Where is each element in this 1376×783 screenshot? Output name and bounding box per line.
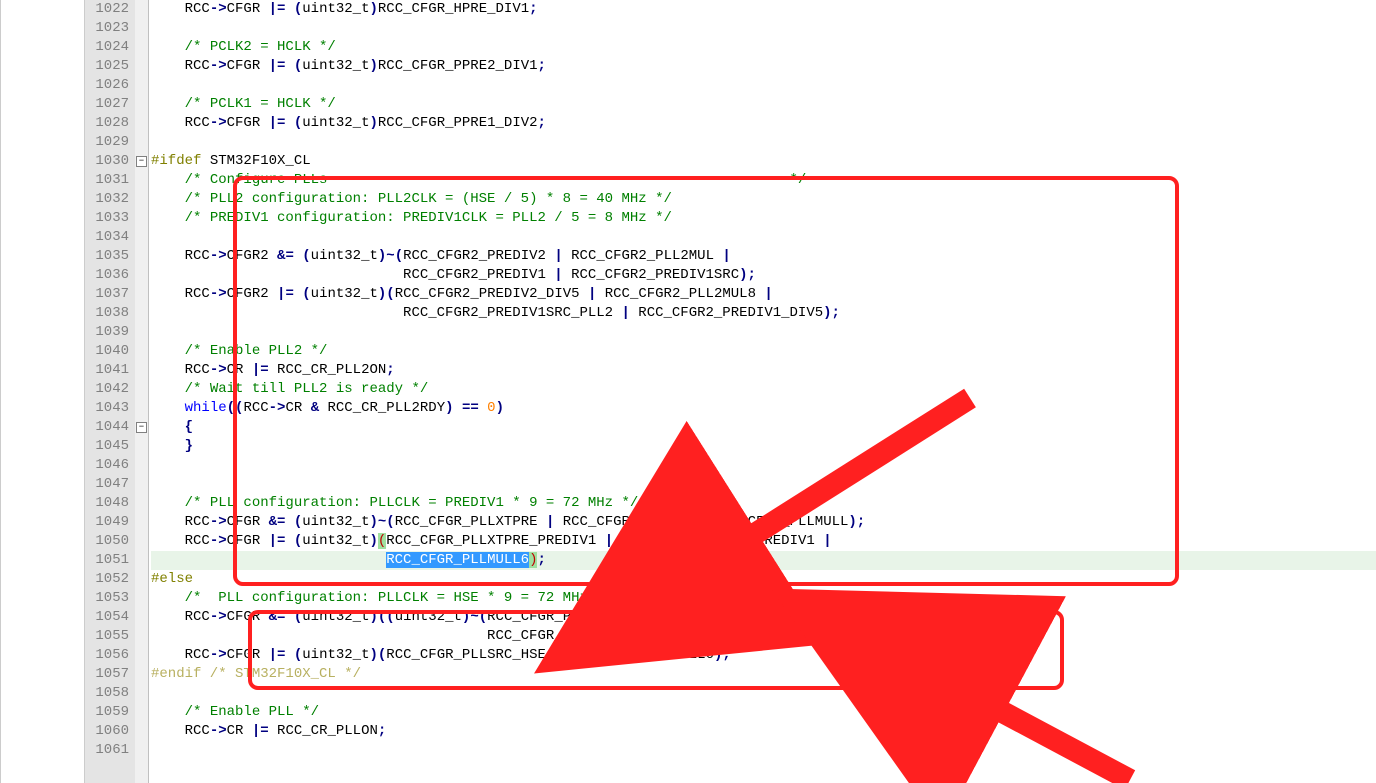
- code-line[interactable]: RCC->CFGR |= (uint32_t)(RCC_CFGR_PLLSRC_…: [151, 646, 1376, 665]
- code-line[interactable]: [151, 76, 1376, 95]
- line-number: 1051: [85, 551, 129, 570]
- line-number: 1022: [85, 0, 129, 19]
- code-line[interactable]: /* PCLK1 = HCLK */: [151, 95, 1376, 114]
- line-number: 1025: [85, 57, 129, 76]
- fold-gutter[interactable]: −−: [135, 0, 149, 783]
- code-line[interactable]: while((RCC->CR & RCC_CR_PLL2RDY) == 0): [151, 399, 1376, 418]
- line-number: 1036: [85, 266, 129, 285]
- code-line[interactable]: RCC_CFGR2_PREDIV1 | RCC_CFGR2_PREDIV1SRC…: [151, 266, 1376, 285]
- code-line[interactable]: RCC_CFGR_PLLMULL6);: [151, 551, 1376, 570]
- line-number: 1037: [85, 285, 129, 304]
- code-line[interactable]: /* Wait till PLL2 is ready */: [151, 380, 1376, 399]
- code-content[interactable]: RCC->CFGR |= (uint32_t)RCC_CFGR_HPRE_DIV…: [149, 0, 1376, 783]
- line-number: 1060: [85, 722, 129, 741]
- code-line[interactable]: /* PLL configuration: PLLCLK = HSE * 9 =…: [151, 589, 1376, 608]
- fold-toggle[interactable]: −: [136, 422, 147, 433]
- code-line[interactable]: [151, 19, 1376, 38]
- line-number: 1061: [85, 741, 129, 760]
- code-editor: 1022102310241025102610271028102910301031…: [0, 0, 1376, 783]
- code-line[interactable]: {: [151, 418, 1376, 437]
- line-number: 1041: [85, 361, 129, 380]
- code-line[interactable]: }: [151, 437, 1376, 456]
- line-number: 1054: [85, 608, 129, 627]
- code-line[interactable]: [151, 456, 1376, 475]
- line-number: 1035: [85, 247, 129, 266]
- line-number: 1026: [85, 76, 129, 95]
- line-number: 1032: [85, 190, 129, 209]
- line-number: 1038: [85, 304, 129, 323]
- code-line[interactable]: /* PLL2 configuration: PLL2CLK = (HSE / …: [151, 190, 1376, 209]
- code-line[interactable]: RCC->CR |= RCC_CR_PLL2ON;: [151, 361, 1376, 380]
- line-number: 1058: [85, 684, 129, 703]
- line-number: 1027: [85, 95, 129, 114]
- code-line[interactable]: RCC->CFGR |= (uint32_t)RCC_CFGR_PPRE2_DI…: [151, 57, 1376, 76]
- line-number: 1030: [85, 152, 129, 171]
- fold-toggle[interactable]: −: [136, 156, 147, 167]
- line-number: 1043: [85, 399, 129, 418]
- code-line[interactable]: RCC->CFGR2 &= (uint32_t)~(RCC_CFGR2_PRED…: [151, 247, 1376, 266]
- line-number: 1059: [85, 703, 129, 722]
- code-line[interactable]: RCC->CFGR |= (uint32_t)RCC_CFGR_HPRE_DIV…: [151, 0, 1376, 19]
- code-line[interactable]: /* PLL configuration: PLLCLK = PREDIV1 *…: [151, 494, 1376, 513]
- code-line[interactable]: RCC_CFGR_PLLMULL));: [151, 627, 1376, 646]
- line-number: 1045: [85, 437, 129, 456]
- code-line[interactable]: [151, 133, 1376, 152]
- line-number: 1046: [85, 456, 129, 475]
- code-line[interactable]: RCC->CR |= RCC_CR_PLLON;: [151, 722, 1376, 741]
- line-number: 1031: [85, 171, 129, 190]
- code-line[interactable]: /* PREDIV1 configuration: PREDIV1CLK = P…: [151, 209, 1376, 228]
- code-line[interactable]: RCC->CFGR2 |= (uint32_t)(RCC_CFGR2_PREDI…: [151, 285, 1376, 304]
- code-line[interactable]: [151, 684, 1376, 703]
- line-number: 1039: [85, 323, 129, 342]
- code-line[interactable]: /* Enable PLL2 */: [151, 342, 1376, 361]
- line-number: 1023: [85, 19, 129, 38]
- line-number: 1049: [85, 513, 129, 532]
- line-number: 1057: [85, 665, 129, 684]
- code-line[interactable]: RCC->CFGR |= (uint32_t)(RCC_CFGR_PLLXTPR…: [151, 532, 1376, 551]
- code-line[interactable]: RCC->CFGR &= (uint32_t)((uint32_t)~(RCC_…: [151, 608, 1376, 627]
- code-line[interactable]: /* Enable PLL */: [151, 703, 1376, 722]
- line-number: 1052: [85, 570, 129, 589]
- line-number: 1033: [85, 209, 129, 228]
- line-number: 1040: [85, 342, 129, 361]
- line-number: 1048: [85, 494, 129, 513]
- code-line[interactable]: /* Configure PLLs ----------------------…: [151, 171, 1376, 190]
- code-line[interactable]: [151, 741, 1376, 760]
- line-number: 1034: [85, 228, 129, 247]
- code-line[interactable]: /* PCLK2 = HCLK */: [151, 38, 1376, 57]
- line-number: 1047: [85, 475, 129, 494]
- line-number: 1024: [85, 38, 129, 57]
- line-number: 1044: [85, 418, 129, 437]
- code-line[interactable]: [151, 323, 1376, 342]
- line-number: 1056: [85, 646, 129, 665]
- code-line[interactable]: RCC->CFGR &= (uint32_t)~(RCC_CFGR_PLLXTP…: [151, 513, 1376, 532]
- line-number: 1050: [85, 532, 129, 551]
- line-number-gutter: 1022102310241025102610271028102910301031…: [85, 0, 135, 783]
- code-line[interactable]: [151, 228, 1376, 247]
- line-number: 1053: [85, 589, 129, 608]
- line-number: 1055: [85, 627, 129, 646]
- code-line[interactable]: RCC_CFGR2_PREDIV1SRC_PLL2 | RCC_CFGR2_PR…: [151, 304, 1376, 323]
- line-number: 1029: [85, 133, 129, 152]
- code-line[interactable]: #ifdef STM32F10X_CL: [151, 152, 1376, 171]
- code-line[interactable]: #endif /* STM32F10X_CL */: [151, 665, 1376, 684]
- code-line[interactable]: RCC->CFGR |= (uint32_t)RCC_CFGR_PPRE1_DI…: [151, 114, 1376, 133]
- line-number: 1028: [85, 114, 129, 133]
- editor-margin: [0, 0, 85, 783]
- code-line[interactable]: #else: [151, 570, 1376, 589]
- code-line[interactable]: [151, 475, 1376, 494]
- line-number: 1042: [85, 380, 129, 399]
